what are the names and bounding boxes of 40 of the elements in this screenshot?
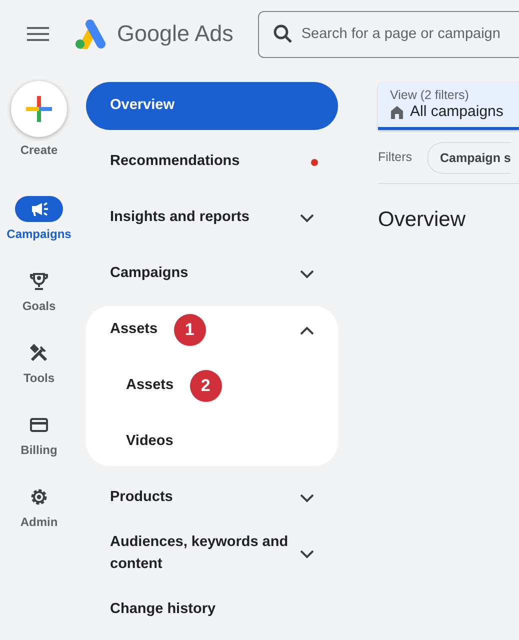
chevron-icon[interactable] — [300, 214, 314, 222]
rail-item[interactable]: Goals — [15, 268, 63, 315]
filter-chip[interactable]: Campaign s — [427, 142, 511, 174]
step-marker: 1 — [174, 314, 206, 346]
nav-item[interactable]: Insights and reports — [86, 194, 338, 242]
settings-icon — [29, 487, 49, 507]
search-icon — [273, 24, 294, 44]
plus-icon — [26, 96, 52, 122]
nav-item[interactable]: Videos — [86, 418, 338, 466]
nav-item[interactable]: Change history — [86, 586, 338, 634]
rail-item[interactable]: Campaigns — [6, 196, 72, 243]
rail-item[interactable]: Billing — [15, 412, 63, 459]
tools-icon — [29, 343, 49, 363]
create-button[interactable] — [11, 81, 67, 137]
chevron-icon[interactable] — [300, 550, 314, 558]
nav-item[interactable]: Recommendations — [86, 138, 338, 186]
trophy-icon — [29, 271, 49, 291]
nav-item[interactable]: Products — [86, 474, 338, 522]
nav-item[interactable]: Assets 1 — [86, 306, 338, 354]
product-name: Google Ads — [117, 20, 234, 48]
nav-item[interactable]: Audiences, keywords and content — [86, 530, 338, 578]
search-field[interactable]: Search for a page or campaign — [258, 10, 519, 58]
chevron-icon[interactable] — [300, 270, 314, 278]
nav-item[interactable]: Assets 2 — [86, 362, 338, 410]
step-marker: 2 — [190, 370, 222, 402]
chevron-icon[interactable] — [300, 326, 314, 334]
nav-item[interactable]: Campaigns — [86, 250, 338, 298]
filters-label: Filters — [378, 149, 412, 166]
home-icon — [390, 104, 404, 120]
nav-item[interactable]: Overview — [86, 82, 338, 130]
alert-dot — [311, 158, 318, 166]
page-heading: Overview — [378, 207, 467, 233]
view-selector[interactable]: View (2 filters) All campaigns — [378, 82, 519, 130]
create-label: Create — [20, 142, 58, 159]
chevron-icon[interactable] — [300, 494, 314, 502]
menu-icon[interactable] — [27, 26, 49, 42]
rail-item[interactable]: Tools — [15, 340, 63, 387]
logo-icon — [74, 19, 106, 49]
card-icon — [29, 415, 49, 435]
rail-item[interactable]: Admin — [15, 484, 63, 531]
